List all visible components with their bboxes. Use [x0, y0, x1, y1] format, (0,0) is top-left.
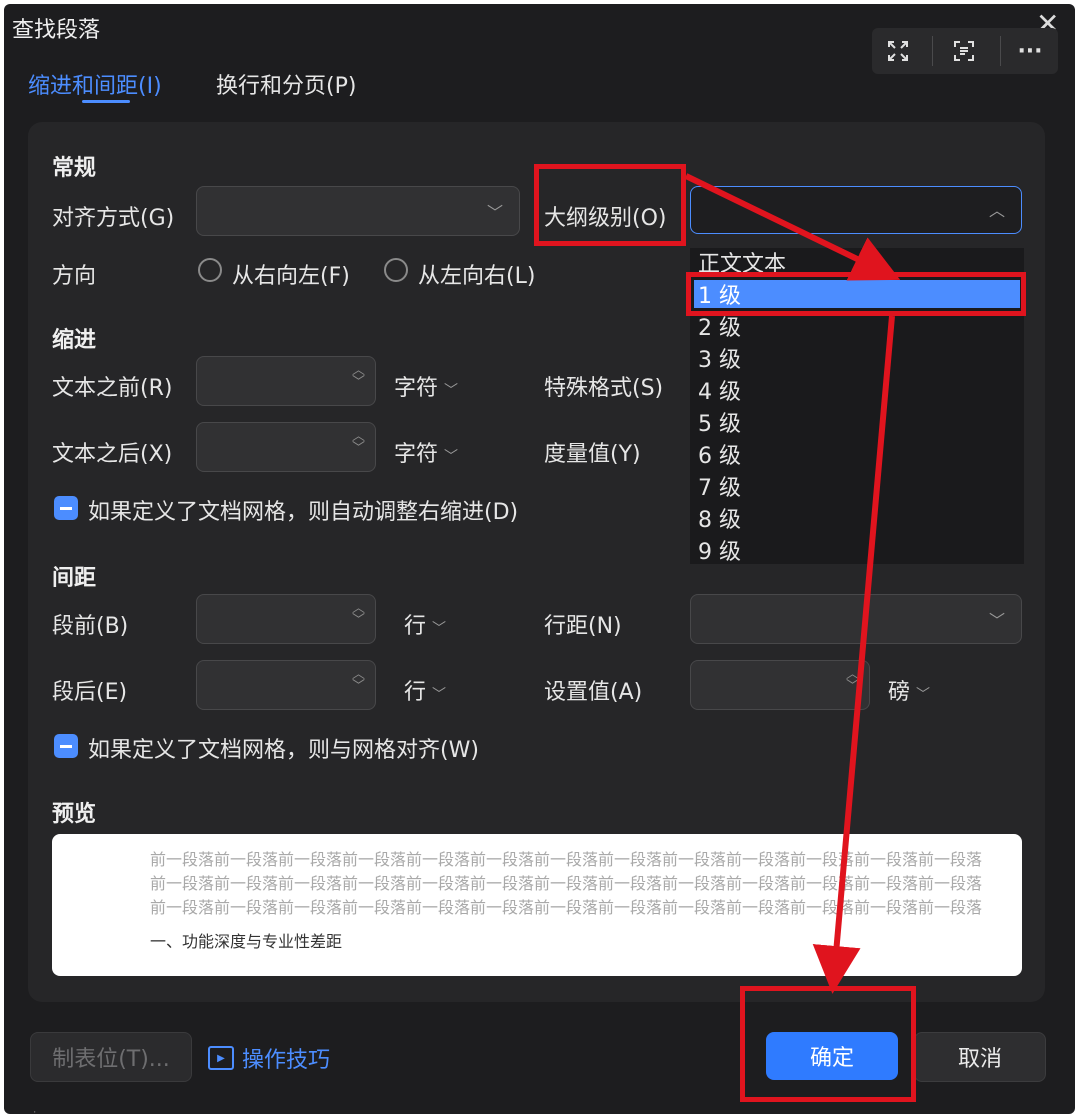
unit-text: 磅 — [888, 680, 911, 705]
outline-level-select[interactable]: ︿ — [690, 186, 1022, 234]
direction-label: 方向 — [52, 264, 97, 289]
chevron-down-icon: ﹀ — [432, 621, 447, 637]
radio-rtl[interactable] — [198, 258, 222, 282]
option-level-5[interactable]: 5 级 — [698, 406, 741, 438]
ltr-label: 从左向右(L) — [418, 264, 536, 289]
annotation-box-ok-button — [740, 986, 916, 1102]
set-value-unit[interactable]: 磅 ﹀ — [888, 674, 930, 706]
unit-text: 字符 — [394, 442, 439, 467]
fullscreen-icon[interactable] — [884, 37, 912, 65]
option-level-7[interactable]: 7 级 — [698, 470, 741, 502]
auto-adjust-checkbox[interactable] — [54, 496, 78, 520]
radio-ltr[interactable] — [384, 258, 408, 282]
section-preview: 预览 — [52, 802, 97, 827]
space-before-unit[interactable]: 行 ﹀ — [404, 608, 446, 640]
section-spacing: 间距 — [52, 566, 97, 591]
chevron-down-icon: ﹀ — [916, 687, 931, 703]
option-level-4[interactable]: 4 级 — [698, 374, 741, 406]
preview-box: 前一段落前一段落前一段落前一段落前一段落前一段落前一段落前一段落前一段落前一段落… — [52, 834, 1022, 976]
set-value-label: 设置值(A) — [544, 680, 643, 705]
toolbar-divider — [1000, 36, 1001, 66]
unit-text: 字符 — [394, 376, 439, 401]
unit-text: 行 — [404, 614, 427, 639]
stepper-arrows-icon[interactable]: ︿ ﹀ — [352, 364, 365, 389]
auto-adjust-label: 如果定义了文档网格，则自动调整右缩进(D) — [88, 500, 519, 525]
line-spacing-select[interactable]: ﹀ — [690, 594, 1022, 644]
preview-previous-paragraph: 前一段落前一段落前一段落前一段落前一段落前一段落前一段落前一段落前一段落前一段落… — [150, 874, 983, 893]
space-after-label: 段后(E) — [52, 680, 128, 705]
annotation-box-level-1 — [686, 272, 1026, 316]
special-format-label: 特殊格式(S) — [544, 376, 664, 401]
indent-after-unit[interactable]: 字符 ﹀ — [394, 436, 458, 468]
tab-stops-button[interactable]: 制表位(T)... — [30, 1032, 192, 1082]
scan-text-icon[interactable] — [950, 37, 978, 65]
tips-label: 操作技巧 — [242, 1048, 331, 1073]
resize-grip-icon[interactable]: ⋰ — [28, 1110, 36, 1114]
tab-line-page-breaks[interactable]: 换行和分页(P) — [216, 68, 356, 100]
stepper-arrows-icon[interactable]: ︿ ﹀ — [352, 668, 365, 693]
rtl-label: 从右向左(F) — [232, 264, 350, 289]
indent-before-label: 文本之前(R) — [52, 376, 173, 401]
chevron-down-icon: ﹀ — [486, 203, 503, 222]
tab-indent-spacing[interactable]: 缩进和间距(I) — [28, 68, 162, 100]
chevron-down-icon: ﹀ — [444, 449, 459, 465]
indent-before-stepper[interactable]: ︿ ﹀ — [196, 356, 376, 406]
play-icon: ▶ — [208, 1046, 234, 1070]
section-indent: 缩进 — [52, 328, 97, 353]
stepper-arrows-icon[interactable]: ︿ ﹀ — [846, 668, 859, 693]
set-value-stepper[interactable]: ︿ ﹀ — [690, 660, 870, 710]
cancel-button[interactable]: 取消 — [914, 1032, 1046, 1082]
grid-align-label: 如果定义了文档网格，则与网格对齐(W) — [88, 738, 479, 763]
floating-toolbar: ··· — [872, 28, 1058, 74]
stepper-arrows-icon[interactable]: ︿ ﹀ — [352, 602, 365, 627]
unit-text: 行 — [404, 680, 427, 705]
option-level-9[interactable]: 9 级 — [698, 534, 741, 566]
find-paragraph-dialog: 查找段落 ✕ ··· 缩进和间距(I) 换行和分页(P) 常规 对齐方式(G) … — [4, 4, 1075, 1114]
option-level-6[interactable]: 6 级 — [698, 438, 741, 470]
alignment-label: 对齐方式(G) — [52, 206, 175, 231]
space-after-unit[interactable]: 行 ﹀ — [404, 674, 446, 706]
option-level-8[interactable]: 8 级 — [698, 502, 741, 534]
toolbar-divider — [932, 36, 933, 66]
preview-previous-paragraph: 前一段落前一段落前一段落前一段落前一段落前一段落前一段落前一段落前一段落前一段落… — [150, 898, 983, 917]
alignment-select[interactable]: ﹀ — [196, 186, 520, 236]
chevron-down-icon: ﹀ — [432, 687, 447, 703]
measure-label: 度量值(Y) — [544, 442, 641, 467]
annotation-box-outline-label — [534, 164, 686, 246]
stepper-arrows-icon[interactable]: ︿ ﹀ — [352, 430, 365, 455]
active-tab-indicator — [82, 100, 130, 103]
indent-after-label: 文本之后(X) — [52, 442, 173, 467]
more-icon[interactable]: ··· — [1016, 37, 1044, 65]
line-spacing-label: 行距(N) — [544, 614, 622, 639]
dialog-title: 查找段落 — [12, 18, 101, 43]
chevron-down-icon: ﹀ — [444, 383, 459, 399]
tips-link[interactable]: ▶ 操作技巧 — [208, 1042, 330, 1074]
preview-current-paragraph: 一、功能深度与专业性差距 — [150, 932, 343, 951]
grid-align-checkbox[interactable] — [54, 734, 78, 758]
space-before-label: 段前(B) — [52, 614, 129, 639]
chevron-down-icon: ﹀ — [988, 611, 1005, 630]
space-after-stepper[interactable]: ︿ ﹀ — [196, 660, 376, 710]
section-general: 常规 — [52, 156, 97, 181]
preview-previous-paragraph: 前一段落前一段落前一段落前一段落前一段落前一段落前一段落前一段落前一段落前一段落… — [150, 850, 983, 869]
indent-before-unit[interactable]: 字符 ﹀ — [394, 370, 458, 402]
chevron-up-icon: ︿ — [988, 201, 1005, 220]
option-level-3[interactable]: 3 级 — [698, 342, 741, 374]
indent-after-stepper[interactable]: ︿ ﹀ — [196, 422, 376, 472]
space-before-stepper[interactable]: ︿ ﹀ — [196, 594, 376, 644]
